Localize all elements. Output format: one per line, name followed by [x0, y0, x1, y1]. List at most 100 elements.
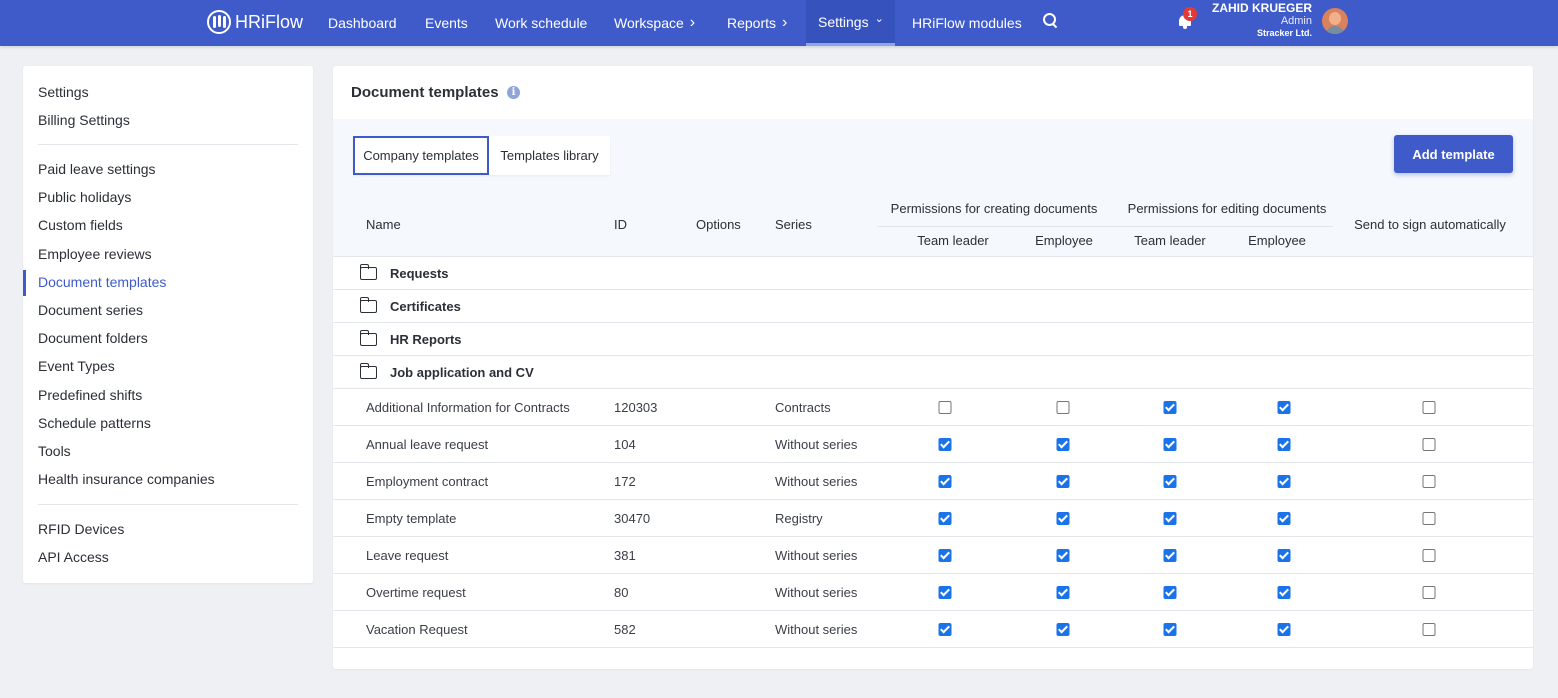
checkbox-edit-employee[interactable] [1277, 475, 1291, 488]
nav-item-hriflow-modules[interactable]: HRiFlow modules [912, 0, 1022, 46]
sidebar-item-health-insurance-companies[interactable]: Health insurance companies [38, 471, 215, 487]
header-name[interactable]: Name [366, 217, 401, 232]
folder-label: HR Reports [390, 332, 462, 347]
checkbox-send-sign[interactable] [1422, 438, 1436, 451]
checkbox-edit-employee[interactable] [1277, 549, 1291, 562]
cell-name: Overtime request [366, 585, 466, 600]
checkbox-create-team-leader[interactable] [938, 512, 952, 525]
table-row[interactable]: Overtime request 80 Without series [333, 574, 1533, 611]
cell-series: Without series [775, 437, 858, 452]
checkbox-send-sign[interactable] [1422, 475, 1436, 488]
checkbox-create-team-leader[interactable] [938, 623, 952, 636]
sidebar-item-custom-fields[interactable]: Custom fields [38, 217, 123, 233]
table-row[interactable]: Additional Information for Contracts 1203… [333, 389, 1533, 426]
add-template-button[interactable]: Add template [1394, 135, 1513, 173]
folder-label: Job application and CV [390, 365, 534, 380]
checkbox-edit-employee[interactable] [1277, 623, 1291, 636]
tab-company-templates[interactable]: Company templates [353, 136, 489, 175]
checkbox-create-team-leader[interactable] [938, 586, 952, 599]
header-create-team-leader: Team leader [917, 233, 989, 248]
cell-name: Vacation Request [366, 622, 468, 637]
checkbox-edit-employee[interactable] [1277, 512, 1291, 525]
sidebar-item-document-folders[interactable]: Document folders [38, 330, 148, 346]
header-divider [877, 226, 1333, 227]
sidebar-item-billing-settings[interactable]: Billing Settings [38, 112, 130, 128]
sidebar-item-paid-leave-settings[interactable]: Paid leave settings [38, 161, 156, 177]
header-send-sign: Send to sign automatically [1354, 217, 1506, 232]
checkbox-create-employee[interactable] [1056, 512, 1070, 525]
sidebar-item-document-templates[interactable]: Document templates [38, 274, 166, 290]
nav-item-dashboard[interactable]: Dashboard [328, 0, 397, 46]
checkbox-edit-employee[interactable] [1277, 586, 1291, 599]
header-id[interactable]: ID [614, 217, 627, 232]
header-series[interactable]: Series [775, 217, 812, 232]
nav-item-label: Dashboard [328, 15, 397, 31]
nav-item-label: HRiFlow modules [912, 15, 1022, 31]
checkbox-create-employee[interactable] [1056, 586, 1070, 599]
checkbox-edit-team-leader[interactable] [1163, 549, 1177, 562]
checkbox-create-team-leader[interactable] [938, 401, 952, 414]
header-perm-create: Permissions for creating documents [890, 201, 1098, 216]
checkbox-send-sign[interactable] [1422, 623, 1436, 636]
folder-row[interactable]: Certificates [333, 290, 1533, 323]
sidebar-item-event-types[interactable]: Event Types [38, 358, 115, 374]
checkbox-send-sign[interactable] [1422, 586, 1436, 599]
search-icon[interactable] [1043, 13, 1059, 29]
sidebar-item-settings[interactable]: Settings [38, 84, 89, 100]
sidebar-item-rfid-devices[interactable]: RFID Devices [38, 521, 124, 537]
checkbox-create-employee[interactable] [1056, 623, 1070, 636]
sidebar-item-predefined-shifts[interactable]: Predefined shifts [38, 387, 142, 403]
checkbox-edit-team-leader[interactable] [1163, 512, 1177, 525]
checkbox-edit-employee[interactable] [1277, 401, 1291, 414]
checkbox-edit-team-leader[interactable] [1163, 623, 1177, 636]
checkbox-edit-team-leader[interactable] [1163, 586, 1177, 599]
nav-item-work-schedule[interactable]: Work schedule [495, 0, 587, 46]
checkbox-send-sign[interactable] [1422, 549, 1436, 562]
cell-name: Annual leave request [366, 437, 489, 452]
table-row[interactable]: Employment contract 172 Without series [333, 463, 1533, 500]
checkbox-send-sign[interactable] [1422, 512, 1436, 525]
header-edit-team-leader: Team leader [1134, 233, 1206, 248]
checkbox-create-employee[interactable] [1056, 475, 1070, 488]
checkbox-create-team-leader[interactable] [938, 549, 952, 562]
table-row[interactable]: Annual leave request 104 Without series [333, 426, 1533, 463]
nav-item-workspace[interactable]: Workspace › [614, 0, 695, 46]
folder-row[interactable]: Job application and CV [333, 356, 1533, 389]
nav-item-reports[interactable]: Reports › [727, 0, 787, 46]
nav-item-label: Reports [727, 15, 777, 31]
checkbox-send-sign[interactable] [1422, 401, 1436, 414]
folder-row[interactable]: Requests [333, 257, 1533, 290]
sidebar-item-schedule-patterns[interactable]: Schedule patterns [38, 415, 151, 431]
table-row[interactable]: Empty template 30470 Registry [333, 500, 1533, 537]
checkbox-edit-team-leader[interactable] [1163, 475, 1177, 488]
info-icon[interactable]: i [507, 86, 520, 99]
cell-series: Contracts [775, 400, 831, 415]
tab-templates-library[interactable]: Templates library [489, 136, 610, 175]
cell-series: Registry [775, 511, 823, 526]
checkbox-create-team-leader[interactable] [938, 475, 952, 488]
nav-item-settings[interactable]: Settings ⌄ [806, 0, 895, 46]
nav-item-events[interactable]: Events [425, 0, 468, 46]
sidebar-item-document-series[interactable]: Document series [38, 302, 143, 318]
checkbox-edit-team-leader[interactable] [1163, 438, 1177, 451]
checkbox-create-team-leader[interactable] [938, 438, 952, 451]
folder-row[interactable]: HR Reports [333, 323, 1533, 356]
checkbox-create-employee[interactable] [1056, 438, 1070, 451]
sidebar-item-api-access[interactable]: API Access [38, 549, 109, 565]
sidebar-item-public-holidays[interactable]: Public holidays [38, 189, 131, 205]
sidebar-item-tools[interactable]: Tools [38, 443, 71, 459]
app-logo[interactable]: HRiFlow [207, 9, 303, 35]
avatar[interactable] [1322, 8, 1348, 34]
checkbox-edit-team-leader[interactable] [1163, 401, 1177, 414]
chevron-right-icon: › [782, 14, 788, 31]
sidebar-item-employee-reviews[interactable]: Employee reviews [38, 246, 152, 262]
checkbox-edit-employee[interactable] [1277, 438, 1291, 451]
user-role: Admin [1280, 15, 1312, 27]
checkbox-create-employee[interactable] [1056, 549, 1070, 562]
checkbox-create-employee[interactable] [1056, 401, 1070, 414]
settings-sidebar: Settings Billing Settings Paid leave setti… [23, 66, 313, 583]
user-name[interactable]: ZAHID KRUEGER [1212, 1, 1312, 15]
cell-series: Without series [775, 622, 858, 637]
table-row[interactable]: Vacation Request 582 Without series [333, 611, 1533, 648]
table-row[interactable]: Leave request 381 Without series [333, 537, 1533, 574]
